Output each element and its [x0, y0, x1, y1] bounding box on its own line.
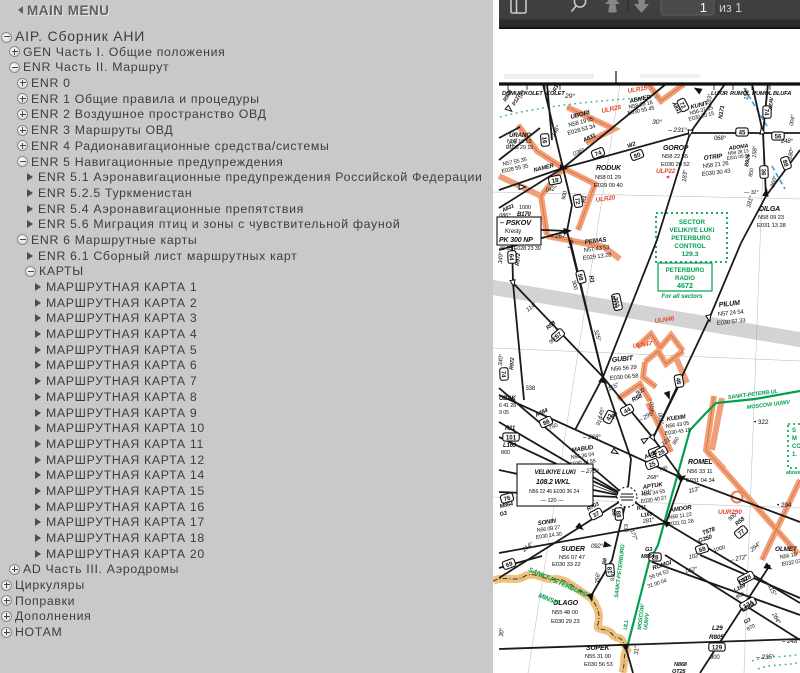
svg-text:1000: 1000	[519, 205, 531, 211]
svg-text:45: 45	[739, 129, 746, 136]
svg-text:URANO: URANO	[509, 132, 531, 139]
svg-text:1.: 1.	[792, 452, 797, 458]
svg-text:068°: 068°	[714, 136, 727, 142]
svg-text:N58 22 55: N58 22 55	[662, 154, 689, 160]
svg-text:248°: 248°	[780, 139, 794, 145]
svg-text:– 248: – 248	[781, 638, 798, 645]
svg-text:349°: 349°	[498, 251, 505, 264]
svg-text:268°: 268°	[646, 475, 659, 481]
svg-text:RODUK: RODUK	[596, 165, 622, 172]
svg-text:6 41 28: 6 41 28	[499, 403, 516, 409]
svg-text:R11: R11	[505, 426, 516, 432]
svg-text:– 275°: – 275°	[580, 467, 599, 475]
svg-text:N58 01 29: N58 01 29	[595, 175, 621, 181]
svg-text:GOROP: GOROP	[663, 145, 689, 152]
svg-text:UBAK: UBAK	[499, 396, 517, 402]
svg-text:129: 129	[712, 644, 723, 651]
svg-text:For all sectors: For all sectors	[661, 294, 703, 300]
svg-text:AZAV: AZAV	[768, 96, 775, 111]
svg-text:– 267°: – 267°	[549, 232, 568, 240]
svg-text:356°: 356°	[595, 571, 602, 584]
svg-text:108.2 WKL: 108.2 WKL	[536, 479, 570, 486]
svg-text:из 1: из 1	[719, 1, 742, 15]
svg-text:CO: CO	[792, 444, 800, 450]
svg-text:PETERBURG: PETERBURG	[671, 235, 711, 242]
svg-text:QT25: QT25	[672, 669, 686, 673]
svg-text:R972: R972	[509, 357, 516, 370]
svg-text:31°: 31°	[633, 645, 641, 655]
svg-text:• 322: • 322	[754, 419, 769, 426]
svg-text:SUPEK: SUPEK	[586, 645, 610, 652]
svg-text:E028 29 15: E028 29 15	[506, 145, 533, 151]
svg-text:E031 04 34: E031 04 34	[686, 478, 716, 484]
svg-text:1: 1	[700, 0, 707, 15]
svg-text:• 294: • 294	[777, 502, 792, 509]
svg-text:340°: 340°	[498, 353, 505, 366]
svg-text:N56 07 47: N56 07 47	[559, 555, 585, 561]
svg-text:L29: L29	[712, 625, 723, 632]
svg-text:610: 610	[622, 524, 629, 533]
svg-text:— 31°: — 31°	[743, 190, 759, 196]
svg-text:158°: 158°	[752, 145, 759, 158]
svg-text:RUMOL: RUMOL	[752, 91, 773, 97]
svg-text:BLUFA: BLUFA	[773, 91, 791, 97]
svg-text:above: above	[786, 470, 800, 476]
svg-text:ROMEL: ROMEL	[688, 459, 713, 466]
svg-text:– 231°: – 231°	[667, 126, 687, 134]
svg-text:N56 33 11: N56 33 11	[687, 469, 712, 475]
svg-text:R805: R805	[709, 634, 724, 641]
svg-text:900: 900	[710, 655, 720, 661]
svg-text:30°: 30°	[498, 627, 506, 637]
svg-text:– 235°: – 235°	[755, 653, 775, 661]
svg-text:29°: 29°	[564, 92, 575, 100]
svg-text:CONTROL: CONTROL	[674, 243, 705, 250]
svg-text:74: 74	[499, 371, 506, 379]
svg-text:G3: G3	[645, 547, 653, 553]
svg-text:010°: 010°	[649, 399, 656, 411]
svg-text:101: 101	[506, 434, 517, 441]
svg-text:E031 13 28: E031 13 28	[757, 223, 787, 229]
svg-text:Kresty: Kresty	[505, 229, 521, 235]
svg-text:N868: N868	[674, 662, 688, 668]
svg-text:092°: 092°	[591, 544, 604, 550]
svg-text:M864: M864	[641, 554, 655, 560]
svg-text:E030 33 22: E030 33 22	[552, 562, 581, 568]
svg-text:129.3: 129.3	[681, 251, 698, 258]
svg-text:N55 48 00: N55 48 00	[552, 610, 579, 616]
svg-text:PETERBURG: PETERBURG	[666, 267, 705, 274]
svg-text:— 120 —: — 120 —	[541, 498, 564, 504]
svg-text:VELIKIYE LUKI: VELIKIYE LUKI	[534, 470, 576, 476]
svg-text:ULP22: ULP22	[656, 168, 676, 175]
svg-text:N55 31 00: N55 31 00	[585, 654, 612, 660]
svg-text:64: 64	[507, 254, 514, 262]
svg-text:4672: 4672	[677, 281, 693, 290]
svg-text:KOLET: KOLET	[524, 91, 543, 97]
svg-text:PK 300 NP: PK 300 NP	[499, 237, 533, 244]
svg-text:S: S	[792, 428, 796, 434]
svg-text:SECTOR: SECTOR	[679, 219, 706, 226]
svg-text:E030 56 53: E030 56 53	[584, 662, 614, 668]
svg-text:9 05: 9 05	[499, 410, 509, 416]
svg-text:– 268°: – 268°	[582, 433, 601, 441]
svg-text:E030 29 23: E030 29 23	[551, 619, 581, 625]
svg-text:30°: 30°	[652, 118, 662, 126]
svg-text:E029 09 40: E029 09 40	[594, 183, 624, 189]
svg-text:36: 36	[759, 169, 766, 177]
svg-text:158°: 158°	[744, 87, 751, 100]
svg-text:16: 16	[540, 136, 548, 144]
svg-text:N56 22 46 E030 36 24: N56 22 46 E030 36 24	[529, 489, 579, 495]
svg-text:860: 860	[501, 450, 510, 456]
svg-text:B8: B8	[602, 558, 609, 565]
svg-text:N58 09 23: N58 09 23	[758, 215, 785, 221]
svg-text:R972: R972	[515, 252, 522, 266]
svg-text:– PSKOV: – PSKOV	[500, 218, 532, 227]
svg-text:46 55 E028 23 39: 46 55 E028 23 39	[499, 246, 541, 252]
svg-text:DILGA: DILGA	[759, 206, 780, 213]
svg-text:L169: L169	[503, 443, 517, 449]
svg-text:VELIKIYE LUKI: VELIKIYE LUKI	[669, 227, 714, 234]
svg-text:M: M	[792, 436, 797, 442]
svg-text:SUDER: SUDER	[561, 546, 585, 553]
svg-text:• 338: • 338	[522, 386, 536, 392]
